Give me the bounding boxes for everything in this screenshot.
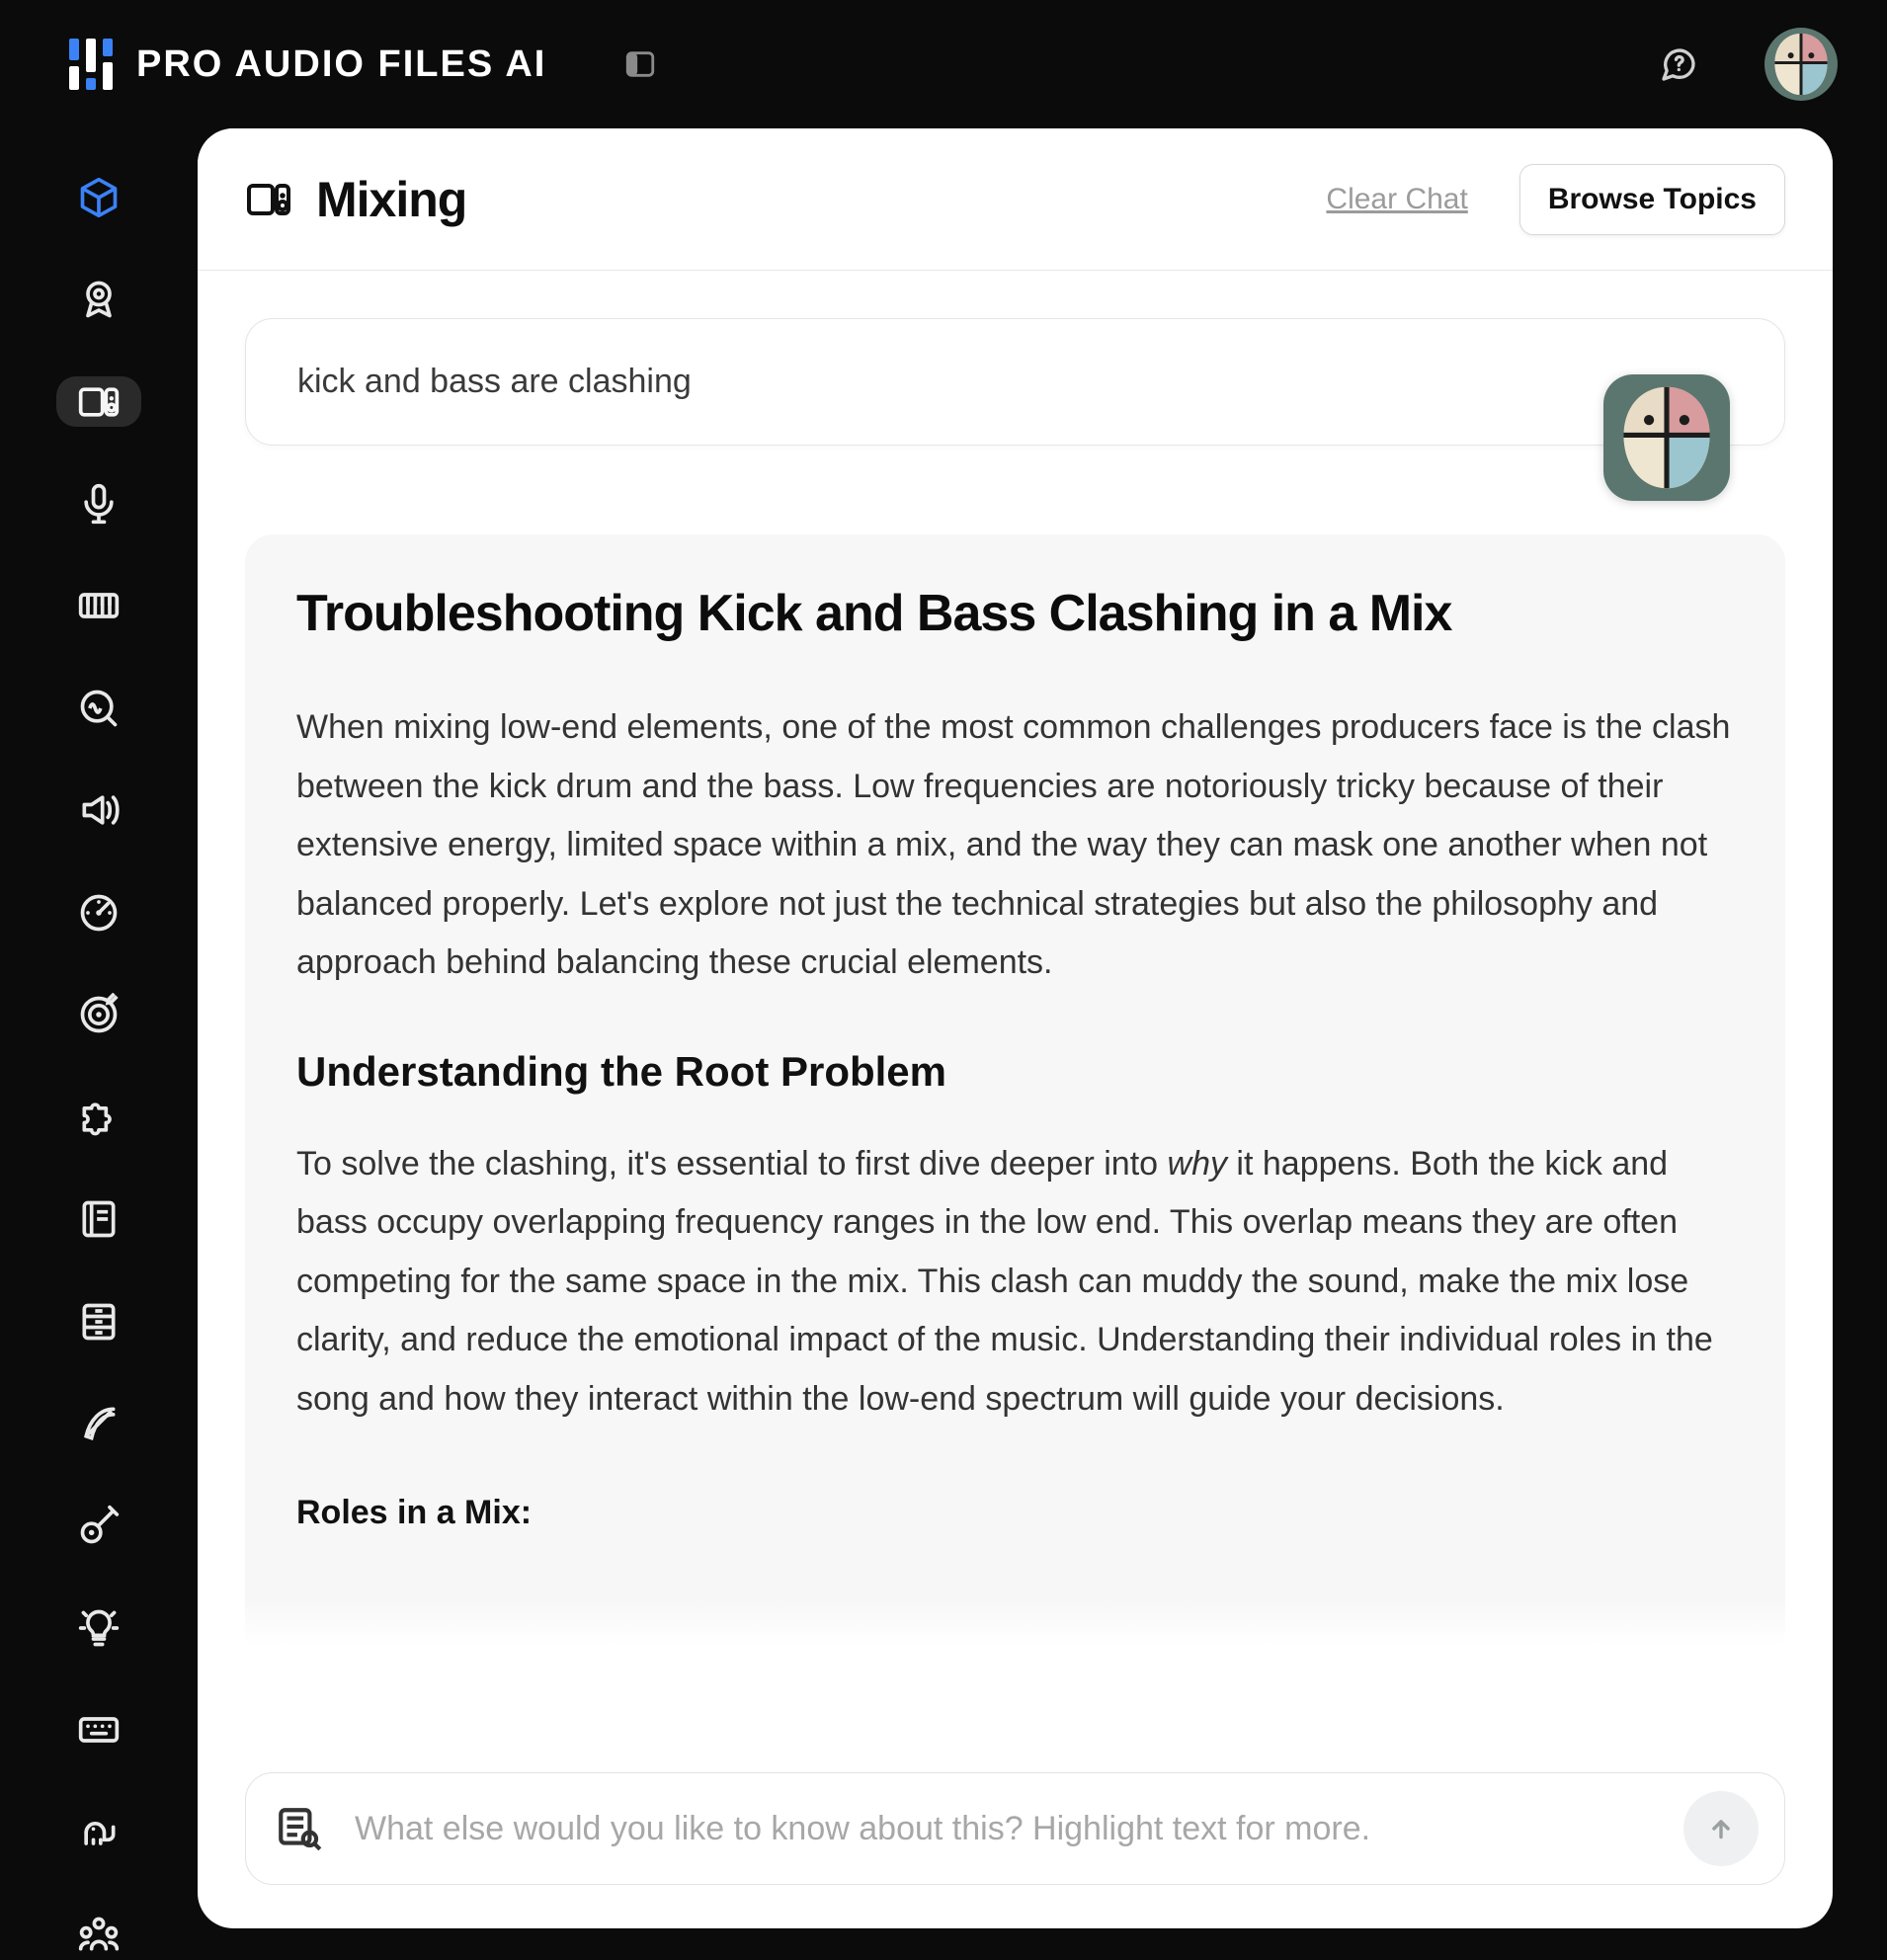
puzzle-icon: [77, 1096, 121, 1139]
bulb-icon: [77, 1606, 121, 1650]
user-message-row: kick and bass are clashing: [245, 318, 1785, 446]
arrow-up-icon: [1704, 1812, 1738, 1845]
sidebar-item-metering[interactable]: [56, 887, 141, 938]
monitor-icon: [77, 380, 121, 424]
sidebar-toggle-button[interactable]: [623, 47, 657, 81]
article-title: Troubleshooting Kick and Bass Clashing i…: [296, 584, 1734, 643]
chat-scroll-area[interactable]: kick and bass are clashing: [198, 271, 1833, 1743]
sidebar-item-mixing[interactable]: [56, 376, 141, 427]
gauge-icon: [77, 891, 121, 935]
speaker-icon: [77, 788, 121, 832]
sidebar-item-monitoring[interactable]: [56, 785, 141, 836]
highlight-search-icon: [272, 1801, 327, 1856]
page-title: Mixing: [316, 171, 466, 228]
user-message-text: kick and bass are clashing: [297, 363, 692, 400]
sidebar-item-achievements[interactable]: [56, 274, 141, 324]
article-p2: To solve the clashing, it's essential to…: [296, 1135, 1734, 1429]
badge-icon: [77, 278, 121, 321]
sidebar-item-guitar[interactable]: [56, 1501, 141, 1551]
mic-icon: [77, 482, 121, 526]
sidebar-item-keys[interactable]: [56, 581, 141, 631]
main-panel: Mixing Clear Chat Browse Topics kick and…: [198, 128, 1833, 1928]
target-icon: [77, 993, 121, 1036]
article-p2-post: it happens. Both the kick and bass occup…: [296, 1145, 1713, 1418]
cube-icon: [77, 176, 121, 219]
sidebar: [0, 128, 198, 1960]
article-p2-em: why: [1168, 1145, 1227, 1183]
article-p2-pre: To solve the clashing, it's essential to…: [296, 1145, 1168, 1183]
archive-icon: [77, 1300, 121, 1344]
assistant-article: Troubleshooting Kick and Bass Clashing i…: [245, 534, 1785, 1658]
elephant-icon: [77, 1811, 121, 1854]
article-h2-root: Understanding the Root Problem: [296, 1048, 1734, 1096]
sidebar-item-write[interactable]: [56, 1398, 141, 1448]
sidebar-item-home[interactable]: [56, 172, 141, 222]
sidebar-item-ideas[interactable]: [56, 1602, 141, 1653]
browse-topics-button[interactable]: Browse Topics: [1519, 164, 1785, 235]
user-avatar[interactable]: [1764, 28, 1838, 101]
brand-name: PRO AUDIO FILES AI: [136, 43, 546, 86]
sidebar-item-collab[interactable]: [56, 1909, 141, 1959]
panel-header: Mixing Clear Chat Browse Topics: [198, 128, 1833, 271]
sidebar-item-shortcuts[interactable]: [56, 1705, 141, 1756]
help-button[interactable]: [1656, 41, 1701, 87]
sidebar-item-goals[interactable]: [56, 990, 141, 1040]
piano-icon: [77, 584, 121, 627]
clear-chat-link[interactable]: Clear Chat: [1326, 183, 1467, 216]
user-message-bubble: kick and bass are clashing: [245, 318, 1785, 446]
sidebar-item-analyze[interactable]: [56, 683, 141, 733]
team-icon: [77, 1913, 121, 1956]
composer: [245, 1772, 1785, 1885]
user-avatar-small: [1603, 374, 1730, 501]
topbar: PRO AUDIO FILES AI: [0, 0, 1887, 128]
scroll-fade: [245, 1598, 1785, 1658]
sidebar-item-recording[interactable]: [56, 478, 141, 529]
sidebar-item-library[interactable]: [56, 1193, 141, 1244]
mixing-header-icon: [245, 176, 292, 223]
panel-left-icon: [623, 47, 657, 81]
brand: PRO AUDIO FILES AI: [63, 37, 546, 92]
sidebar-item-plugins[interactable]: [56, 1092, 141, 1142]
book-icon: [77, 1197, 121, 1241]
guitar-icon: [77, 1504, 121, 1547]
composer-area: [198, 1743, 1833, 1928]
logo-icon: [63, 37, 119, 92]
help-chat-icon: [1659, 44, 1698, 84]
sidebar-item-memory[interactable]: [56, 1807, 141, 1857]
sidebar-item-saved[interactable]: [56, 1296, 141, 1347]
feather-icon: [77, 1402, 121, 1445]
keyboard-icon: [77, 1708, 121, 1752]
article-intro: When mixing low-end elements, one of the…: [296, 698, 1734, 993]
composer-input[interactable]: [355, 1810, 1656, 1848]
send-button[interactable]: [1683, 1791, 1759, 1866]
analyze-icon: [77, 687, 121, 730]
article-roles-heading: Roles in a Mix:: [296, 1494, 532, 1531]
